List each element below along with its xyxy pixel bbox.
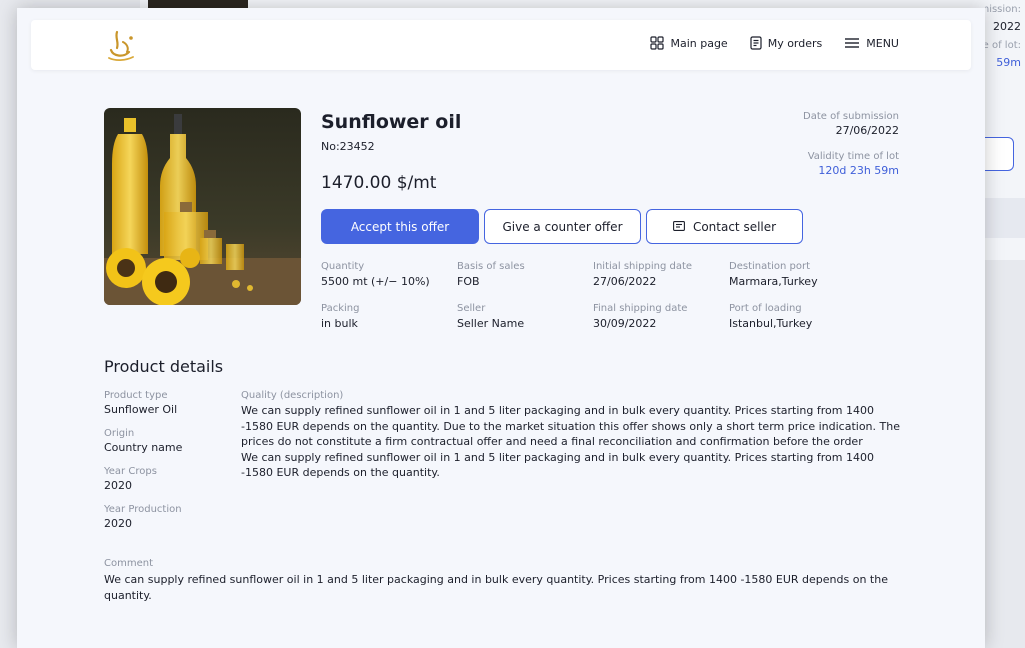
spec-seller-label: Seller xyxy=(457,303,486,314)
spec-basis-label: Basis of sales xyxy=(457,261,525,272)
hamburger-icon xyxy=(844,37,860,49)
spec-basis-value: FOB xyxy=(457,275,480,288)
spec-destination-port: Destination port Marmara,Turkey xyxy=(729,261,865,288)
spec-initial-shipping-label: Initial shipping date xyxy=(593,261,693,272)
spec-port-of-loading-label: Port of loading xyxy=(729,303,802,314)
quality-text-1: We can supply refined sunflower oil in 1… xyxy=(241,404,900,448)
nav-my-orders-label: My orders xyxy=(767,36,823,50)
background-submission-label: Date of submission: xyxy=(985,4,1021,15)
product-image xyxy=(104,108,301,305)
top-navigation: Main page My orders MENU xyxy=(31,20,971,70)
year-production-value: 2020 xyxy=(104,517,132,530)
accept-offer-button[interactable]: Accept this offer xyxy=(321,209,479,244)
year-crops-value: 2020 xyxy=(104,479,132,492)
offer-card: Main page My orders MENU Sunflower oil N… xyxy=(17,8,985,648)
spec-basis: Basis of sales FOB xyxy=(457,261,593,288)
year-production-label: Year Production xyxy=(104,504,182,515)
nav-menu-label: MENU xyxy=(866,36,899,50)
lot-meta: Date of submission 27/06/2022 Validity t… xyxy=(803,111,899,177)
validity-label: Validity time of lot xyxy=(807,151,899,162)
spec-port-of-loading: Port of loading Istanbul,Turkey xyxy=(729,303,865,330)
spec-packing-value: in bulk xyxy=(321,317,358,330)
comment-label: Comment xyxy=(104,558,153,569)
logo-icon[interactable] xyxy=(105,28,139,64)
spec-final-shipping-label: Final shipping date xyxy=(593,303,688,314)
spec-packing: Packing in bulk xyxy=(321,303,457,330)
spec-destination-port-label: Destination port xyxy=(729,261,811,272)
product-type-label: Product type xyxy=(104,390,168,401)
nav-menu-button[interactable]: MENU xyxy=(844,37,899,50)
spec-quantity-value: 5500 mt (+/− 10%) xyxy=(321,275,430,288)
grid-icon xyxy=(650,36,665,50)
spec-seller: Seller Seller Name xyxy=(457,303,593,330)
nav-main-page-label: Main page xyxy=(670,36,728,50)
background-strip xyxy=(985,198,1025,238)
product-details-title: Product details xyxy=(104,357,224,376)
product-attributes: Product type Sunflower Oil Origin Countr… xyxy=(104,390,234,542)
counter-offer-button[interactable]: Give a counter offer xyxy=(484,209,641,244)
submission-date-label: Date of submission xyxy=(803,111,899,122)
quality-description: Quality (description) We can supply refi… xyxy=(241,390,906,481)
nav-menu: Main page My orders MENU xyxy=(650,36,899,50)
submission-date-value: 27/06/2022 xyxy=(835,124,899,137)
comment-text: We can supply refined sunflower oil in 1… xyxy=(104,573,888,602)
background-year: 2022 xyxy=(993,20,1021,33)
origin-value: Country name xyxy=(104,441,183,454)
origin-label: Origin xyxy=(104,428,135,439)
nav-my-orders[interactable]: My orders xyxy=(750,36,823,50)
spec-quantity-label: Quantity xyxy=(321,261,365,272)
spec-initial-shipping-value: 27/06/2022 xyxy=(593,275,657,288)
nav-main-page[interactable]: Main page xyxy=(650,36,728,50)
background-lot-label: Validity time of lot: xyxy=(985,40,1021,51)
counter-offer-label: Give a counter offer xyxy=(502,219,623,234)
spec-packing-label: Packing xyxy=(321,303,360,314)
contact-seller-label: Contact seller xyxy=(692,219,777,234)
year-crops-label: Year Crops xyxy=(104,466,157,477)
validity-value: 120d 23h 59m xyxy=(818,164,899,177)
product-price: 1470.00 $/mt xyxy=(321,173,437,193)
background-lot-value: 59m xyxy=(996,56,1021,69)
spec-final-shipping-value: 30/09/2022 xyxy=(593,317,657,330)
document-icon xyxy=(750,36,762,50)
spec-seller-value: Seller Name xyxy=(457,317,525,330)
product-title: Sunflower oil xyxy=(321,111,462,133)
spec-final-shipping: Final shipping date 30/09/2022 xyxy=(593,303,729,330)
message-icon xyxy=(672,220,685,234)
quality-label: Quality (description) xyxy=(241,390,344,401)
product-number: No:23452 xyxy=(321,140,375,153)
product-type-value: Sunflower Oil xyxy=(104,403,178,416)
spec-port-of-loading-value: Istanbul,Turkey xyxy=(729,317,813,330)
accept-offer-label: Accept this offer xyxy=(350,219,450,234)
spec-destination-port-value: Marmara,Turkey xyxy=(729,275,818,288)
comment-section: Comment We can supply refined sunflower … xyxy=(104,558,904,603)
quality-text-2: We can supply refined sunflower oil in 1… xyxy=(241,450,874,480)
spec-initial-shipping: Initial shipping date 27/06/2022 xyxy=(593,261,729,288)
spec-quantity: Quantity 5500 mt (+/− 10%) xyxy=(321,261,457,288)
contact-seller-button[interactable]: Contact seller xyxy=(646,209,803,244)
